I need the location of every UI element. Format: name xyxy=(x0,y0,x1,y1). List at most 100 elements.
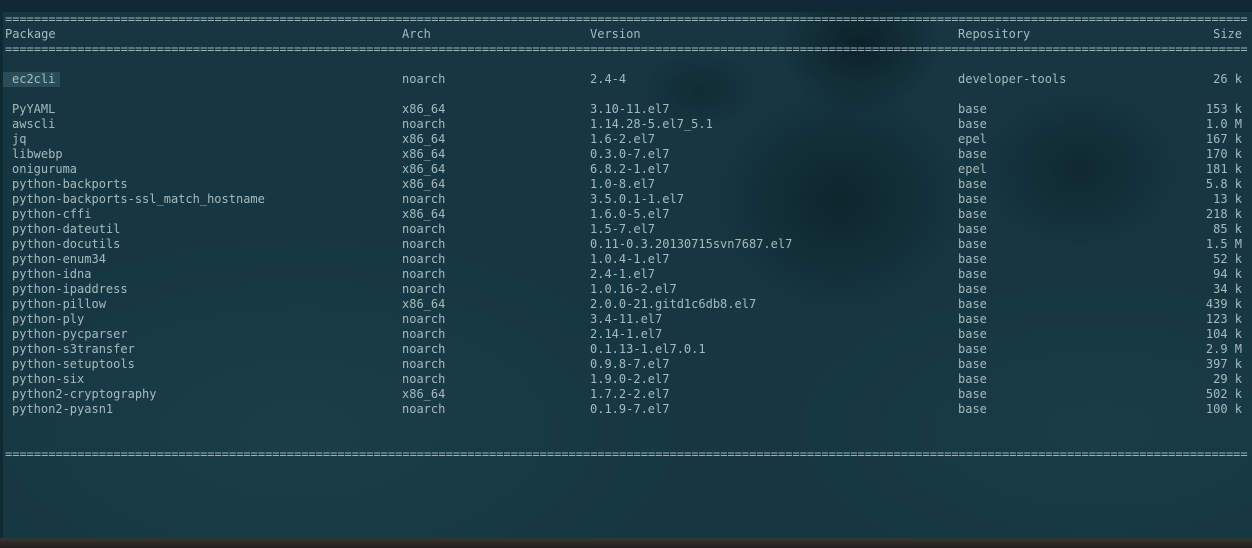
package-name: awscli xyxy=(12,117,56,131)
table-row: PyYAML x86_64 3.10-11.el7 base 153 k xyxy=(0,102,1252,117)
package-arch: noarch xyxy=(402,327,446,341)
package-repository: epel xyxy=(958,132,987,146)
table-row: python-pycparser noarch 2.14-1.el7 base … xyxy=(0,327,1252,342)
package-version: 6.8.2-1.el7 xyxy=(590,162,670,176)
package-version: 2.14-1.el7 xyxy=(590,327,663,341)
package-name: python-s3transfer xyxy=(12,342,135,356)
install-summary-line: Install 1 Package (+21 Dependent package… xyxy=(0,462,1252,477)
package-name: jq xyxy=(12,132,27,146)
separator-line: ========================================… xyxy=(5,42,1248,56)
separator-line: ========================================… xyxy=(5,447,1248,461)
package-arch: x86_64 xyxy=(402,132,446,146)
table-row: python-backports-ssl_match_hostname noar… xyxy=(0,192,1252,207)
package-version: 1.6-2.el7 xyxy=(590,132,656,146)
package-name: python-ipaddress xyxy=(12,282,128,296)
package-size: 167 k xyxy=(1205,132,1242,146)
package-name: oniguruma xyxy=(12,162,78,176)
package-repository: base xyxy=(958,117,987,131)
confirm-prompt-line[interactable]: Is this ok [y/d/N]: xyxy=(0,522,1252,537)
package-repository: base xyxy=(958,177,987,191)
package-arch: x86_64 xyxy=(402,297,446,311)
package-repository: base xyxy=(958,147,987,161)
package-size: 5.8 k xyxy=(1205,177,1242,191)
package-arch: noarch xyxy=(402,267,446,281)
package-name: libwebp xyxy=(12,147,63,161)
table-row: python-enum34 noarch 1.0.4-1.el7 base 52… xyxy=(0,252,1252,267)
package-arch: noarch xyxy=(402,402,446,416)
table-row: ec2cli noarch 2.4-4 developer-tools 26 k xyxy=(0,72,1252,87)
package-name: python-cffi xyxy=(12,207,92,221)
package-arch: noarch xyxy=(402,192,446,206)
package-repository: base xyxy=(958,192,987,206)
desktop-edge-bottom xyxy=(0,538,1252,548)
package-arch: noarch xyxy=(402,237,446,251)
package-version: 1.0-8.el7 xyxy=(590,177,656,191)
terminal-window[interactable]: ========================================… xyxy=(0,0,1252,548)
section-label-installing: Installing: xyxy=(0,57,1252,72)
package-name: PyYAML xyxy=(12,102,56,116)
package-arch: noarch xyxy=(402,372,446,386)
package-arch: x86_64 xyxy=(402,207,446,221)
table-row: python-s3transfer noarch 0.1.13-1.el7.0.… xyxy=(0,342,1252,357)
dependency-rows: PyYAML x86_64 3.10-11.el7 base 153 k aws… xyxy=(0,102,1252,417)
package-version: 3.5.0.1-1.el7 xyxy=(590,192,684,206)
package-version: 3.10-11.el7 xyxy=(590,102,670,116)
package-version: 3.4-11.el7 xyxy=(590,312,663,326)
package-arch: x86_64 xyxy=(402,177,446,191)
section-label-dependencies: Installing for dependencies: xyxy=(0,87,1252,102)
package-name: python-enum34 xyxy=(12,252,106,266)
package-size: 26 k xyxy=(1213,72,1242,86)
table-row: python-ipaddress noarch 1.0.16-2.el7 bas… xyxy=(0,282,1252,297)
package-version: 1.0.4-1.el7 xyxy=(590,252,670,266)
package-size: 85 k xyxy=(1213,222,1242,236)
package-arch: noarch xyxy=(402,282,446,296)
package-size: 100 k xyxy=(1205,402,1242,416)
package-repository: base xyxy=(958,237,987,251)
package-name: python-six xyxy=(12,372,85,386)
package-name: python-backports-ssl_match_hostname xyxy=(12,192,265,206)
package-repository: base xyxy=(958,102,987,116)
table-row: python2-pyasn1 noarch 0.1.9-7.el7 base 1… xyxy=(0,402,1252,417)
table-row: jq x86_64 1.6-2.el7 epel 167 k xyxy=(0,132,1252,147)
package-repository: base xyxy=(958,342,987,356)
package-version: 1.14.28-5.el7_5.1 xyxy=(590,117,713,131)
package-repository: base xyxy=(958,222,987,236)
package-version: 0.11-0.3.20130715svn7687.el7 xyxy=(590,237,793,251)
package-size: 29 k xyxy=(1213,372,1242,386)
package-name: python-pillow xyxy=(12,297,106,311)
package-size: 34 k xyxy=(1213,282,1242,296)
table-row: oniguruma x86_64 6.8.2-1.el7 epel 181 k xyxy=(0,162,1252,177)
package-version: 0.3.0-7.el7 xyxy=(590,147,670,161)
package-name: python-dateutil xyxy=(12,222,121,236)
installed-size-line: Installed size: 50 M xyxy=(0,507,1252,522)
package-version: 0.1.9-7.el7 xyxy=(590,402,670,416)
package-version: 1.7.2-2.el7 xyxy=(590,387,670,401)
package-arch: noarch xyxy=(402,72,446,86)
package-name: python-ply xyxy=(12,312,85,326)
package-arch: x86_64 xyxy=(402,102,446,116)
terminal-output: ========================================… xyxy=(0,12,1252,537)
package-name: python-setuptools xyxy=(12,357,135,371)
package-size: 94 k xyxy=(1213,267,1242,281)
column-header-package: Package xyxy=(5,27,56,41)
package-size: 1.5 M xyxy=(1205,237,1242,251)
package-repository: base xyxy=(958,312,987,326)
package-repository: base xyxy=(958,327,987,341)
package-version: 2.4-4 xyxy=(590,72,627,86)
package-arch: noarch xyxy=(402,342,446,356)
separator-line: ========================================… xyxy=(5,12,1248,26)
package-size: 13 k xyxy=(1213,192,1242,206)
package-size: 153 k xyxy=(1205,102,1242,116)
column-header-repository: Repository xyxy=(958,27,1031,41)
package-size: 502 k xyxy=(1205,387,1242,401)
total-download-size-line: Total download size: 8.3 M xyxy=(0,492,1252,507)
package-version: 0.9.8-7.el7 xyxy=(590,357,670,371)
package-size: 218 k xyxy=(1205,207,1242,221)
package-size: 170 k xyxy=(1205,147,1242,161)
table-row: python-cffi x86_64 1.6.0-5.el7 base 218 … xyxy=(0,207,1252,222)
package-size: 104 k xyxy=(1205,327,1242,341)
package-version: 1.9.0-2.el7 xyxy=(590,372,670,386)
package-arch: noarch xyxy=(402,117,446,131)
